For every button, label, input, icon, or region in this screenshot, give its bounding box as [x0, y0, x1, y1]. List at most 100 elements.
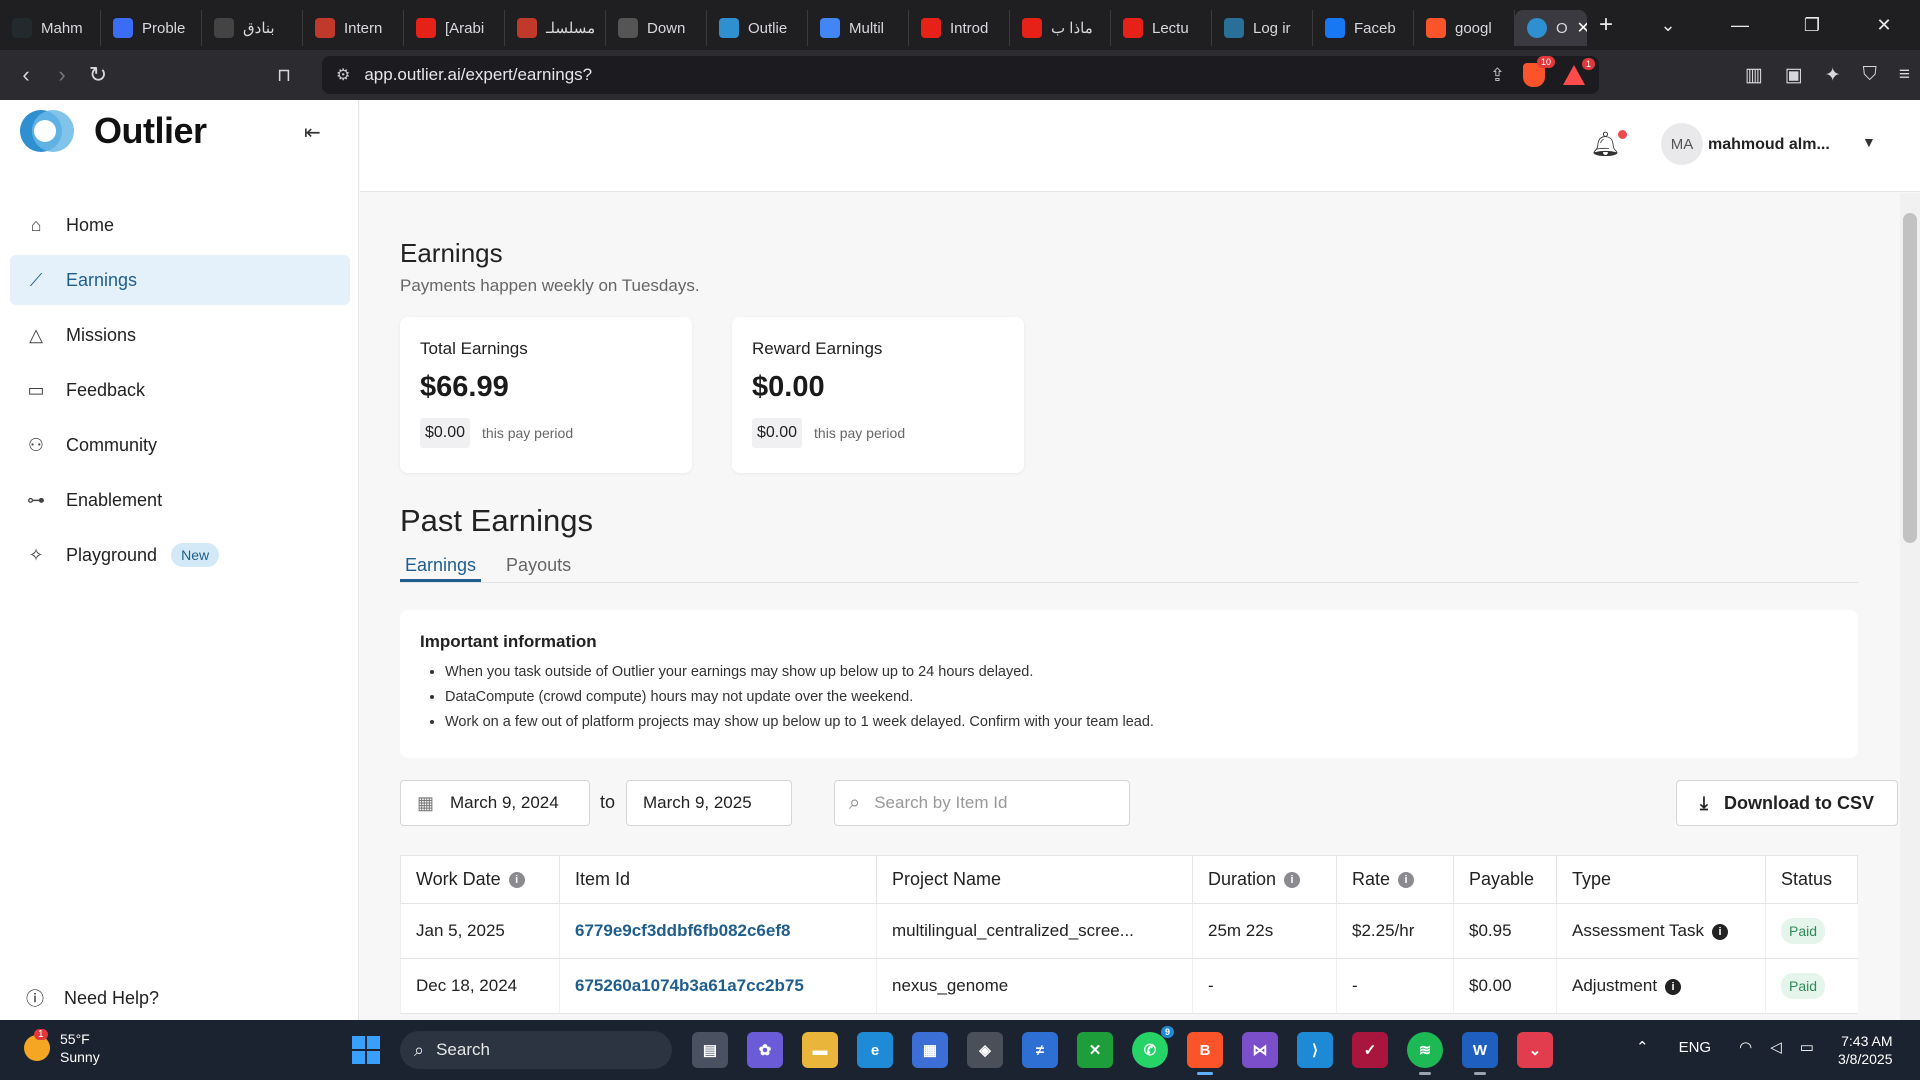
sidebar-item-playground[interactable]: ✧ Playground New: [10, 530, 350, 580]
windows-taskbar: 1 55°F Sunny ⌕ Search ▤ ✿ ▬ e ▦ ◈ ≠ ✕ ✆ 9…: [0, 1020, 1920, 1080]
cell-item-id[interactable]: 6779e9cf3ddbf6fb082c6ef8: [559, 903, 877, 959]
tab-search-chevron-icon[interactable]: ⌄: [1632, 15, 1704, 36]
info-bullet: When you task outside of Outlier your ea…: [445, 660, 1838, 685]
whatsapp-icon[interactable]: ✆ 9: [1132, 1026, 1174, 1068]
collapse-sidebar-icon[interactable]: ⇤: [304, 120, 321, 145]
outlier-icon: [719, 18, 739, 38]
brave-shields-icon[interactable]: 10: [1523, 56, 1555, 87]
copilot-icon[interactable]: ✿: [747, 1032, 783, 1068]
site-info-icon[interactable]: ⚙: [336, 65, 350, 85]
cell-item-id[interactable]: 675260a1074b3a61a7cc2b75: [559, 958, 877, 1014]
clock[interactable]: 7:43 AM 3/8/2025: [1838, 1032, 1893, 1068]
browser-tab[interactable]: Mahm: [0, 10, 101, 46]
sidebar-toggle-icon[interactable]: ▥: [1745, 64, 1763, 87]
page-scrollbar[interactable]: [1900, 193, 1920, 1020]
vpn-icon[interactable]: ⛉: [1863, 64, 1877, 86]
reload-button[interactable]: ↻: [80, 62, 116, 88]
language-indicator[interactable]: ENG: [1679, 1039, 1712, 1056]
info-icon[interactable]: i: [1665, 978, 1682, 995]
leo-ai-icon[interactable]: ✦: [1825, 64, 1841, 87]
download-csv-button[interactable]: ⤓ Download to CSV: [1676, 780, 1898, 826]
back-button[interactable]: ‹: [8, 62, 44, 88]
wifi-icon[interactable]: ◠: [1739, 1038, 1752, 1056]
taskbar-search[interactable]: ⌕ Search: [400, 1031, 672, 1069]
weather-widget[interactable]: 1 55°F Sunny: [24, 1029, 100, 1066]
browser-tab[interactable]: Outlie: [707, 10, 808, 46]
page-subtitle: Payments happen weekly on Tuesdays.: [400, 276, 700, 295]
col-work-date[interactable]: Work Date i: [400, 855, 560, 904]
new-tab-button[interactable]: +: [1599, 11, 1613, 39]
close-window-button[interactable]: ✕: [1848, 15, 1920, 36]
browser-tab[interactable]: بنادق: [202, 10, 303, 46]
close-tab-icon[interactable]: ✕: [1577, 18, 1587, 38]
scrollbar-thumb[interactable]: [1903, 213, 1917, 543]
store-icon[interactable]: ▦: [912, 1032, 948, 1068]
to-date-field[interactable]: March 9, 2025: [626, 780, 792, 826]
restore-button[interactable]: ❐: [1776, 15, 1848, 36]
browser-tab[interactable]: Down: [606, 10, 707, 46]
word-icon[interactable]: W: [1462, 1032, 1498, 1075]
info-icon[interactable]: i: [1284, 872, 1301, 889]
sidebar-item-home[interactable]: ⌂ Home: [10, 200, 350, 250]
info-icon[interactable]: i: [1398, 872, 1415, 889]
search-input[interactable]: [874, 793, 1095, 813]
browser-tab[interactable]: Multil: [808, 10, 909, 46]
browser-tab[interactable]: Faceb: [1313, 10, 1414, 46]
need-help-link[interactable]: ⓘ Need Help?: [26, 985, 159, 1011]
address-bar-row: ‹ › ↻ ⊓ ⚙ app.outlier.ai/expert/earnings…: [0, 50, 1920, 100]
avatar[interactable]: MA: [1661, 123, 1703, 165]
from-date-field[interactable]: ▦ March 9, 2024: [400, 780, 590, 826]
app-icon[interactable]: ≠: [1022, 1032, 1058, 1068]
task-view-icon[interactable]: ▤: [692, 1032, 728, 1068]
browser-tab[interactable]: Lectu: [1111, 10, 1212, 46]
menu-icon[interactable]: ≡: [1899, 64, 1910, 86]
browser-tab[interactable]: Log ir: [1212, 10, 1313, 46]
sidebar-item-enablement[interactable]: ⊶ Enablement: [10, 475, 350, 525]
forward-button[interactable]: ›: [44, 62, 80, 88]
url-field[interactable]: ⚙ app.outlier.ai/expert/earnings? ⇪ 10 1: [322, 56, 1599, 94]
spotify-icon[interactable]: ≋: [1407, 1032, 1443, 1075]
browser-tab[interactable]: مسلسلـ: [505, 10, 606, 46]
info-icon[interactable]: i: [1711, 923, 1728, 940]
bell-icon[interactable]: 🔔︎: [1590, 130, 1620, 159]
browser-tab[interactable]: Introd: [909, 10, 1010, 46]
sidebar-item-earnings[interactable]: ⟋ Earnings: [10, 255, 350, 305]
minimize-button[interactable]: —: [1704, 15, 1776, 36]
browser-tab[interactable]: [Arabi: [404, 10, 505, 46]
battery-icon[interactable]: ▭: [1800, 1038, 1814, 1056]
brave-rewards-icon[interactable]: 1: [1563, 58, 1595, 85]
sidebar-item-community[interactable]: ⚇ Community: [10, 420, 350, 470]
sidebar-item-missions[interactable]: △ Missions: [10, 310, 350, 360]
github-icon: [12, 18, 32, 38]
file-explorer-icon[interactable]: ▬: [802, 1032, 838, 1068]
browser-tab[interactable]: Proble: [101, 10, 202, 46]
user-name[interactable]: mahmoud alm...: [1708, 136, 1830, 154]
tab-earnings[interactable]: Earnings: [400, 543, 482, 582]
browser-tab[interactable]: Intern: [303, 10, 404, 46]
wallet-icon[interactable]: ▣: [1785, 64, 1803, 87]
browser-tab[interactable]: ماذا ب: [1010, 10, 1111, 46]
tab-payouts[interactable]: Payouts: [501, 543, 576, 582]
edge-icon[interactable]: e: [857, 1032, 893, 1068]
unity-icon[interactable]: ◈: [967, 1032, 1003, 1068]
cell-type: Assessment Task i: [1556, 903, 1766, 959]
xbox-icon[interactable]: ✕: [1077, 1032, 1113, 1068]
bookmark-icon[interactable]: ⊓: [266, 65, 302, 86]
volume-icon[interactable]: ◁: [1770, 1038, 1782, 1056]
header-label: Status: [1781, 869, 1833, 889]
tab-active-outlier[interactable]: O ✕: [1515, 10, 1587, 46]
brave-icon[interactable]: B: [1187, 1032, 1223, 1075]
browser-tab[interactable]: googl: [1414, 10, 1515, 46]
app-icon[interactable]: ✓: [1352, 1032, 1388, 1068]
cell-text: Assessment Task: [1572, 921, 1704, 940]
share-icon[interactable]: ⇪: [1490, 65, 1505, 86]
sidebar-item-feedback[interactable]: ▭ Feedback: [10, 365, 350, 415]
chevron-down-icon[interactable]: ▼: [1862, 134, 1876, 150]
logo[interactable]: Outlier: [20, 110, 207, 152]
windows-start-icon[interactable]: [352, 1036, 380, 1064]
pocket-icon[interactable]: ⌄: [1517, 1032, 1553, 1068]
visual-studio-icon[interactable]: ⋈: [1242, 1032, 1278, 1068]
chevron-up-icon[interactable]: ⌃: [1636, 1038, 1649, 1056]
info-icon[interactable]: i: [508, 872, 525, 889]
vscode-icon[interactable]: ⟩: [1297, 1032, 1333, 1068]
